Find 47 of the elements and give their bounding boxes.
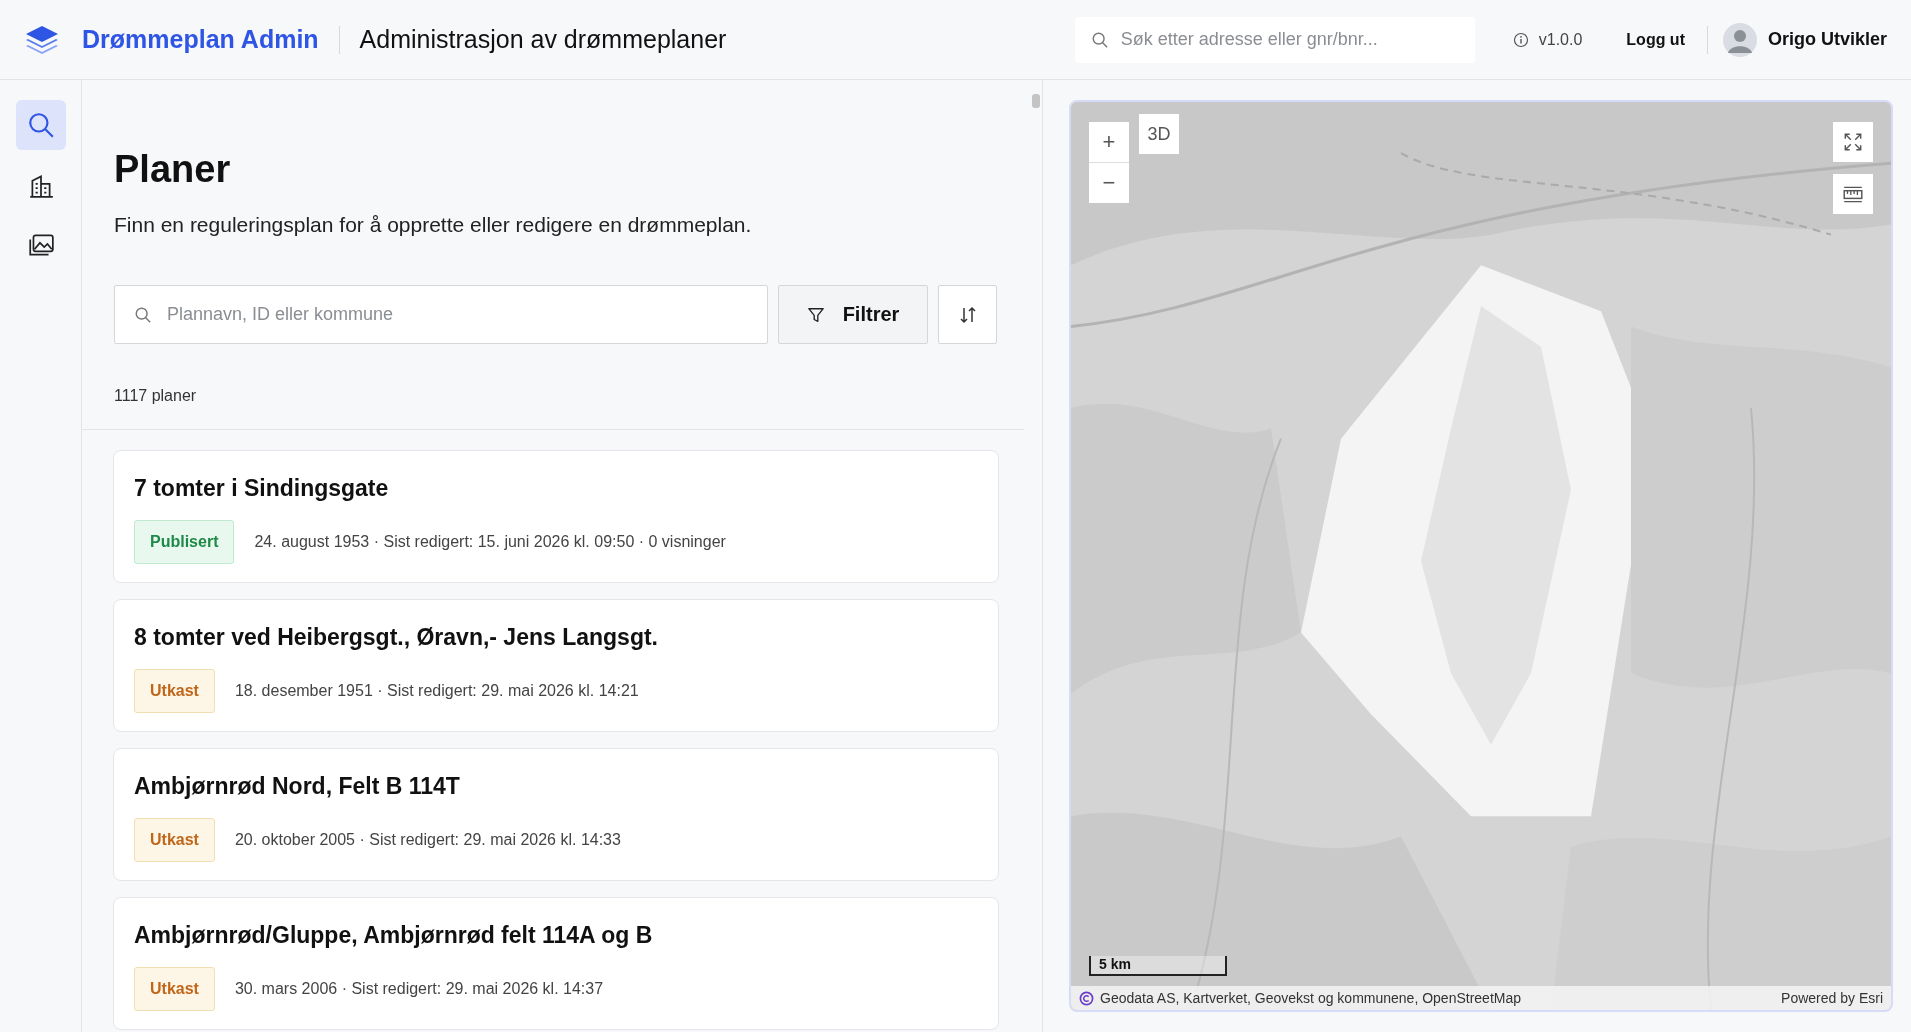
app-name[interactable]: Drømmeplan Admin — [82, 25, 319, 54]
plan-search-field[interactable]: Plannavn, ID eller kommune — [114, 285, 768, 344]
zoom-in-button[interactable]: + — [1089, 122, 1129, 162]
plan-meta: 24. august 1953 · Sist redigert: 15. juni 2026 kl. 09:50 · 0 visninger — [254, 533, 726, 551]
status-badge: Utkast — [134, 967, 215, 1011]
plan-count: 1117 planer — [114, 387, 198, 405]
plan-title: 8 tomter ved Heibergsgt., Øravn,- Jens Langsgt. — [134, 624, 659, 651]
logout-button[interactable]: Logg ut — [1626, 30, 1685, 49]
nav-search-button[interactable] — [15, 100, 66, 150]
plan-meta: 30. mars 2006 · Sist redigert: 29. mai 2026 kl. 14:37 — [234, 980, 604, 998]
sort-arrows-icon — [957, 304, 978, 325]
address-search-field[interactable]: Søk etter adresse eller gnr/bnr... — [1074, 16, 1475, 63]
plan-card[interactable]: 8 tomter ved Heibergsgt., Øravn,- Jens Langsgt. Utkast 18. desember 1951 · Sist redigert: 29. mai 2026 kl. 14:21 — [113, 599, 999, 732]
plan-meta: 18. desember 1951 · Sist redigert: 29. mai 2026 kl. 14:21 — [234, 682, 639, 700]
plan-title: Ambjørnrød Nord, Felt B 114T — [134, 773, 461, 800]
plan-title: Ambjørnrød/Gluppe, Ambjørnrød felt 114A og B — [134, 922, 654, 949]
page-description: Finn en reguleringsplan for å opprette eller redigere en drømmeplan. — [114, 213, 753, 237]
version-label: v1.0.0 — [1538, 30, 1583, 49]
copyright-icon[interactable] — [1079, 990, 1094, 1006]
plan-title: 7 tomter i Sindingsgate — [134, 475, 390, 502]
page-title: Planer — [114, 148, 232, 191]
user-name[interactable]: Origo Utvikler — [1767, 29, 1887, 50]
status-badge: Utkast — [134, 669, 215, 713]
zoom-out-button[interactable]: − — [1089, 163, 1129, 203]
3d-view-button[interactable]: 3D — [1139, 114, 1179, 154]
plan-meta: 20. oktober 2005 · Sist redigert: 29. mai 2026 kl. 14:33 — [234, 831, 621, 849]
layers-logo-icon — [24, 23, 60, 56]
map-panel[interactable]: + − 3D 5 km Geodata AS, Kartverket, Geovekst og kommunene, OpenStreetMap Powered by Esri — [1069, 100, 1893, 1012]
plan-card[interactable]: Ambjørnrød/Gluppe, Ambjørnrød felt 114A og B Utkast 30. mars 2006 · Sist redigert: 29. mai 2026 kl. 14:37 — [113, 897, 999, 1030]
plan-card[interactable]: Ambjørnrød Nord, Felt B 114T Utkast 20. oktober 2005 · Sist redigert: 29. mai 2026 kl. 14:33 — [113, 748, 999, 881]
info-icon — [1512, 31, 1529, 48]
fullscreen-button[interactable] — [1833, 122, 1873, 162]
powered-by-text[interactable]: Powered by Esri — [1781, 990, 1883, 1006]
app-subtitle: Administrasjon av drømmeplaner — [359, 25, 727, 54]
filter-icon — [806, 305, 825, 324]
plan-card[interactable]: 7 tomter i Sindingsgate Publisert 24. august 1953 · Sist redigert: 15. juni 2026 kl. 09:50 · 0 visninger — [113, 450, 999, 583]
status-badge: Utkast — [134, 818, 215, 862]
avatar-icon[interactable] — [1721, 21, 1758, 58]
fullscreen-icon — [1842, 131, 1864, 153]
status-badge: Publisert — [134, 520, 235, 564]
search-icon — [26, 111, 55, 139]
sort-button[interactable] — [938, 285, 997, 344]
scale-bar: 5 km — [1089, 956, 1227, 976]
attribution-text: Geodata AS, Kartverket, Geovekst og kommunene, OpenStreetMap — [1100, 990, 1521, 1006]
filter-button[interactable]: Filtrer — [778, 285, 928, 344]
measure-button[interactable] — [1833, 174, 1873, 214]
images-icon — [26, 231, 55, 259]
